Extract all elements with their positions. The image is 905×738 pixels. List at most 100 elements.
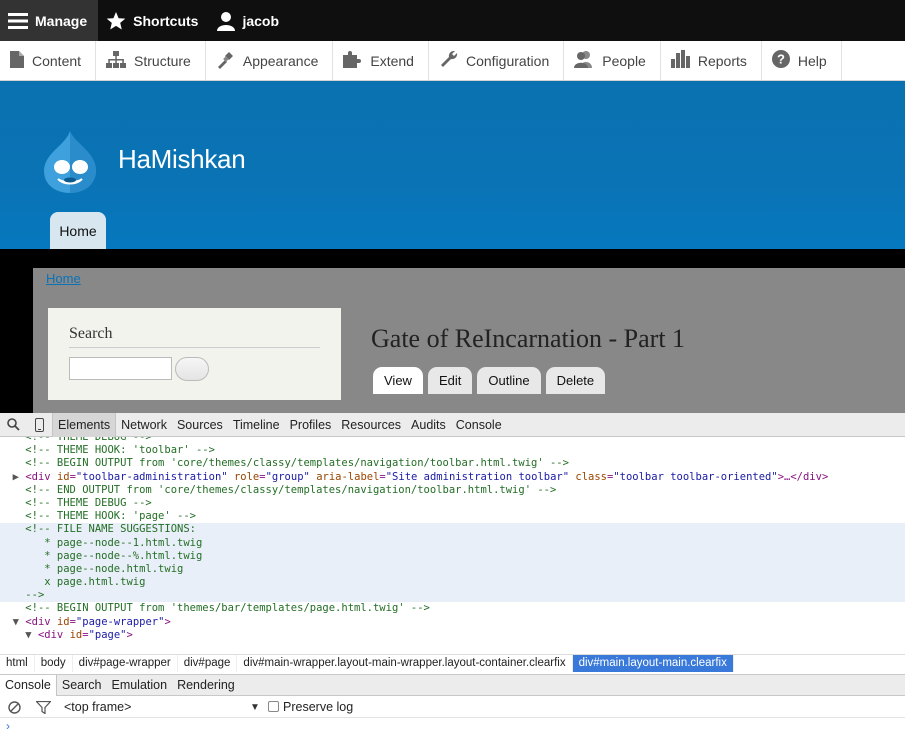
html-comment: * page--node--%.html.twig	[44, 549, 203, 562]
attr-value: "page"	[88, 628, 127, 641]
breadcrumb-item[interactable]: body	[35, 654, 73, 672]
site-name[interactable]: HaMishkan	[118, 144, 246, 175]
tab-audits[interactable]: Audits	[406, 413, 451, 437]
frame-select[interactable]: <top frame>	[64, 700, 131, 714]
breadcrumb-item[interactable]: div#page-wrapper	[73, 654, 178, 672]
dom-tree-line[interactable]: <!-- THEME HOOK: 'page' -->	[0, 510, 905, 523]
dom-tree-line[interactable]: x page.html.twig	[0, 576, 905, 590]
dom-tree-line[interactable]: <!-- THEME DEBUG -->	[0, 497, 905, 510]
devtools-panel: Elements Network Sources Timeline Profil…	[0, 412, 905, 738]
tag-close: >	[126, 628, 133, 641]
console-prompt[interactable]: ›	[6, 719, 10, 733]
html-comment: <!-- END OUTPUT from 'core/themes/classy…	[25, 483, 557, 496]
tab-timeline[interactable]: Timeline	[228, 413, 285, 437]
tray-item-configuration[interactable]: Configuration	[429, 41, 565, 80]
breadcrumb-item[interactable]: html	[0, 654, 35, 672]
tray-item-people[interactable]: People	[564, 41, 661, 80]
tray-label: Configuration	[465, 52, 550, 69]
dom-tree-line[interactable]: <!-- END OUTPUT from 'core/themes/classy…	[0, 484, 905, 497]
attr-value: "toolbar toolbar-oriented"	[613, 470, 778, 483]
tab-edit[interactable]: Edit	[427, 367, 473, 394]
expand-arrow-icon[interactable]: ▶	[13, 471, 26, 483]
elements-dom-tree[interactable]: <!-- THEME DEBUG --> <!-- THEME HOOK: 't…	[0, 437, 905, 664]
node-local-tasks: View Edit Outline Delete	[373, 367, 606, 394]
tray-item-content[interactable]: Content	[0, 41, 97, 80]
search-icon[interactable]	[0, 413, 26, 437]
tab-sources[interactable]: Sources	[172, 413, 228, 437]
tray-item-help[interactable]: ? Help	[762, 41, 842, 80]
tab-delete[interactable]: Delete	[545, 367, 606, 394]
attr-value: "group"	[265, 470, 310, 483]
breadcrumb-item[interactable]: div#page	[178, 654, 238, 672]
search-input[interactable]	[69, 357, 172, 380]
sitemap-icon	[106, 50, 127, 71]
tray-item-extend[interactable]: Extend	[333, 41, 429, 80]
html-comment: -->	[25, 589, 45, 602]
shortcuts-tab[interactable]: Shortcuts	[98, 0, 209, 41]
nav-home-tab[interactable]: Home	[50, 212, 106, 250]
chevron-down-icon[interactable]: ▼	[250, 702, 260, 713]
dom-tree-line[interactable]: -->	[0, 589, 905, 603]
breadcrumb-item[interactable]: div#main-wrapper.layout-main-wrapper.lay…	[237, 654, 573, 672]
tab-network[interactable]: Network	[116, 413, 172, 437]
dom-tree-line[interactable]: <!-- FILE NAME SUGGESTIONS:	[0, 523, 905, 537]
device-mode-icon[interactable]	[26, 413, 52, 437]
html-comment: <!-- THEME HOOK: 'page' -->	[25, 510, 196, 523]
manage-tab[interactable]: Manage	[0, 0, 99, 41]
tab-resources[interactable]: Resources	[336, 413, 406, 437]
shortcuts-label: Shortcuts	[133, 12, 199, 29]
drawer-tab-emulation[interactable]: Emulation	[106, 675, 172, 696]
html-comment: * page--node.html.twig	[44, 562, 184, 575]
attr-name: id	[56, 470, 70, 483]
breadcrumb-item[interactable]: div#main.layout-main.clearfix	[572, 654, 734, 672]
dom-tree-line[interactable]: * page--node--1.html.twig	[0, 536, 905, 550]
dom-tree-line[interactable]: <!-- BEGIN OUTPUT from 'core/themes/clas…	[0, 457, 905, 470]
tab-console[interactable]: Console	[451, 413, 507, 437]
expand-arrow-icon[interactable]: ▼	[25, 629, 38, 641]
preserve-log-checkbox[interactable]	[268, 701, 279, 712]
dom-tree-line[interactable]: * page--node.html.twig	[0, 562, 905, 577]
drupal-logo[interactable]	[40, 129, 100, 195]
dom-tree-line[interactable]: ▼ <div id="page">	[0, 629, 905, 642]
devtools-toolbar: Elements Network Sources Timeline Profil…	[0, 412, 905, 437]
dom-tree-line[interactable]: ▶ <div id="toolbar-administration" role=…	[0, 471, 905, 484]
drawer-tab-search[interactable]: Search	[57, 675, 107, 696]
tray-label: Structure	[134, 52, 191, 69]
drawer-tab-rendering[interactable]: Rendering	[172, 675, 240, 696]
tag-close: >	[164, 615, 171, 628]
dom-tree-line[interactable]: * page--node--%.html.twig	[0, 549, 905, 563]
clear-console-icon[interactable]	[8, 701, 21, 717]
admin-tray: Content Structure Appearance Extend Conf…	[0, 41, 905, 81]
tray-item-structure[interactable]: Structure	[96, 41, 206, 80]
dom-tree-line[interactable]: ▼ <div id="page-wrapper">	[0, 616, 905, 629]
tray-item-reports[interactable]: Reports	[661, 41, 762, 80]
people-icon	[574, 50, 594, 71]
user-tab[interactable]: jacob	[209, 0, 290, 41]
svg-text:?: ?	[777, 52, 785, 67]
tab-profiles[interactable]: Profiles	[285, 413, 337, 437]
dom-tree-line[interactable]: <!-- THEME DEBUG -->	[0, 437, 905, 444]
drawer-tab-console[interactable]: Console	[0, 674, 57, 696]
manage-label: Manage	[35, 12, 88, 29]
dom-tree-line[interactable]: <!-- BEGIN OUTPUT from 'themes/bar/templ…	[0, 602, 905, 615]
help-icon: ?	[771, 50, 790, 71]
tab-outline[interactable]: Outline	[477, 367, 541, 394]
filter-icon[interactable]	[35, 700, 52, 717]
html-comment: <!-- THEME DEBUG -->	[25, 496, 152, 509]
dom-tree-line[interactable]: <!-- THEME HOOK: 'toolbar' -->	[0, 444, 905, 457]
star-icon	[106, 11, 126, 31]
tag-close: >…</div>	[777, 470, 829, 483]
expand-arrow-icon[interactable]: ▼	[13, 616, 26, 628]
search-submit-button[interactable]	[175, 357, 209, 381]
tray-item-appearance[interactable]: Appearance	[206, 41, 334, 80]
tag-open: <div	[25, 470, 51, 483]
tab-elements[interactable]: Elements	[52, 412, 117, 437]
tab-view[interactable]: View	[373, 367, 423, 394]
breadcrumb-home-link[interactable]: Home	[46, 271, 81, 286]
